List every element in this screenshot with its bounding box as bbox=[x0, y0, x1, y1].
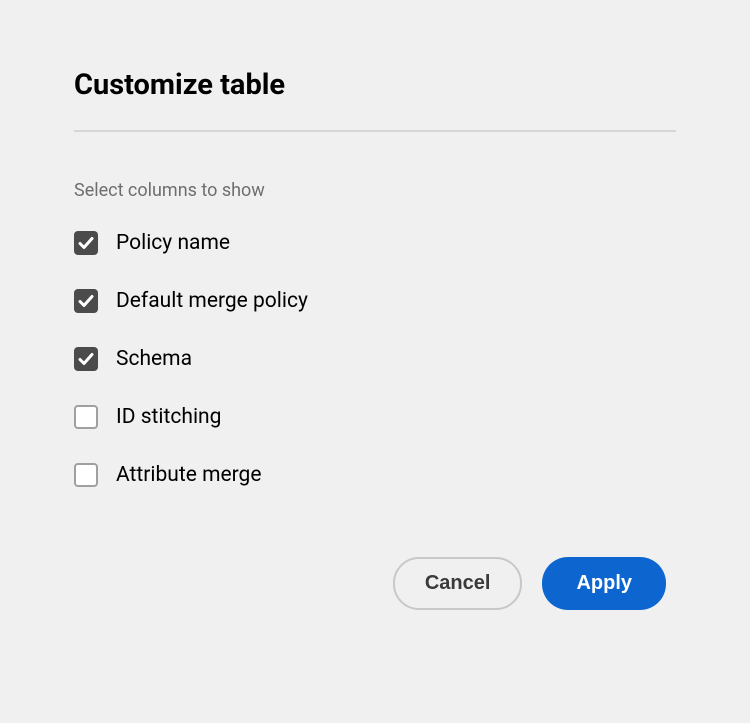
dialog-title: Customize table bbox=[74, 68, 676, 102]
option-id-stitching[interactable]: ID stitching bbox=[74, 405, 676, 429]
apply-button[interactable]: Apply bbox=[542, 557, 666, 610]
option-label: ID stitching bbox=[116, 405, 221, 429]
checkbox-attribute-merge[interactable] bbox=[74, 463, 98, 487]
checkmark-icon bbox=[78, 293, 94, 309]
dialog-subtitle: Select columns to show bbox=[74, 180, 676, 201]
dialog-footer: Cancel Apply bbox=[74, 557, 676, 610]
option-default-merge-policy[interactable]: Default merge policy bbox=[74, 289, 676, 313]
option-label: Default merge policy bbox=[116, 289, 308, 313]
customize-table-dialog: Customize table Select columns to show P… bbox=[74, 68, 676, 610]
cancel-button[interactable]: Cancel bbox=[393, 557, 523, 610]
checkbox-default-merge-policy[interactable] bbox=[74, 289, 98, 313]
option-label: Attribute merge bbox=[116, 463, 261, 487]
divider bbox=[74, 130, 676, 132]
checkmark-icon bbox=[78, 235, 94, 251]
checkbox-id-stitching[interactable] bbox=[74, 405, 98, 429]
option-label: Schema bbox=[116, 347, 192, 371]
option-policy-name[interactable]: Policy name bbox=[74, 231, 676, 255]
option-label: Policy name bbox=[116, 231, 230, 255]
option-attribute-merge[interactable]: Attribute merge bbox=[74, 463, 676, 487]
checkbox-schema[interactable] bbox=[74, 347, 98, 371]
checkmark-icon bbox=[78, 351, 94, 367]
option-schema[interactable]: Schema bbox=[74, 347, 676, 371]
checkbox-policy-name[interactable] bbox=[74, 231, 98, 255]
options-list: Policy name Default merge policy Schema … bbox=[74, 231, 676, 487]
